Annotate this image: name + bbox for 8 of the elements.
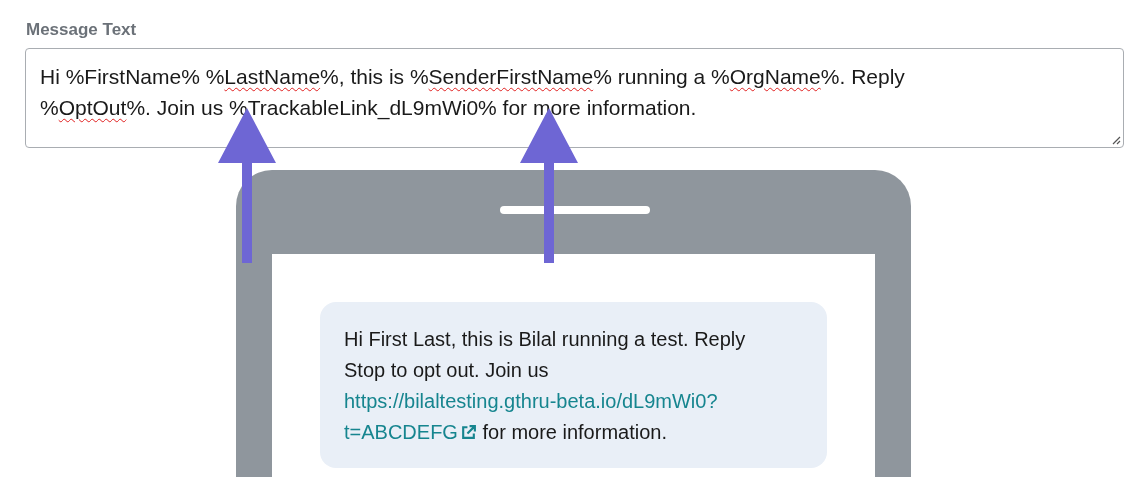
field-label: Message Text	[26, 20, 138, 41]
resize-grip-icon[interactable]	[1111, 135, 1121, 145]
message-text: Hi First Last, this is Bilal running a test. Reply Stop to opt out. Join us https://bilaltesting.gthru-beta.io/dL9mWi0? t=ABCDEFG for more information.	[344, 327, 747, 445]
message-link[interactable]: https://bilaltesting.gthru-beta.io/dL9mWi0?	[344, 390, 718, 412]
speaker-slot-icon	[500, 206, 650, 214]
external-link-icon	[459, 424, 477, 441]
message-text-field[interactable]: Hi %FirstName% %LastName%, this is %SenderFirstName% running a %OrgName%. Reply %OptOut%. Join us %TrackableLink_dL9mWi0% for more information.	[25, 48, 1124, 148]
message-link[interactable]: t=ABCDEFG	[344, 421, 477, 443]
